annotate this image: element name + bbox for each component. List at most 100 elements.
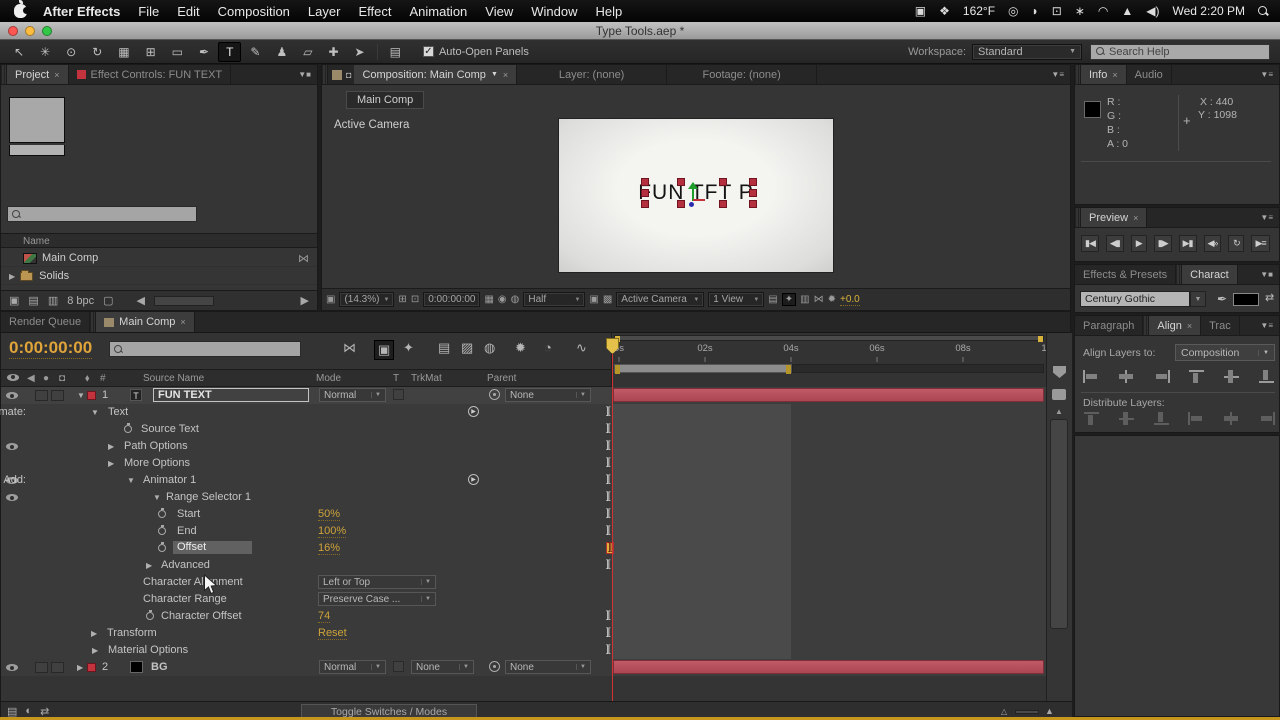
work-area-start-handle[interactable]: [615, 365, 620, 374]
live-update-icon[interactable]: ✦: [403, 340, 414, 356]
work-area-bar[interactable]: [614, 364, 792, 374]
layer-color-chip[interactable]: [87, 391, 96, 400]
property-label[interactable]: Character Alignment: [143, 576, 243, 588]
twirl-closed-icon[interactable]: ▶: [146, 561, 152, 570]
property-row-material-options[interactable]: ▶ Material Options][: [1, 642, 1046, 659]
navigator-end-handle[interactable]: [1038, 336, 1043, 342]
comp-mini-flowchart-icon[interactable]: ⋈: [343, 340, 356, 356]
keyframe-navigator-mark[interactable]: ][: [606, 406, 610, 417]
tab-render-queue[interactable]: Render Queue: [1, 312, 91, 332]
tab-layer[interactable]: Layer: (none): [517, 65, 668, 84]
auto-keyframe-icon[interactable]: ◔: [544, 340, 552, 355]
frame-blending-icon[interactable]: ▨: [461, 340, 473, 356]
timeline-button-icon[interactable]: ▥: [800, 294, 809, 305]
comp-flowchart-icon[interactable]: ⋈: [814, 294, 824, 305]
selection-handle[interactable]: [641, 178, 649, 186]
volume-icon[interactable]: ◀): [1146, 4, 1159, 18]
layer-name[interactable]: BG: [151, 661, 168, 673]
current-time-display[interactable]: 0:00:00:00: [9, 338, 93, 359]
twirl-closed-icon[interactable]: ▶: [9, 272, 15, 281]
distribute-bottom-button[interactable]: [1153, 412, 1170, 425]
keyframe-navigator-mark[interactable]: ][: [606, 644, 610, 655]
blend-mode-dropdown[interactable]: Normal ▼: [319, 388, 386, 402]
zoom-tool[interactable]: ⊙: [59, 43, 83, 61]
expand-transfer-controls-icon[interactable]: ◐: [25, 705, 32, 717]
property-row-animator-1[interactable]: ▼ Animator 1 Add: ▶][: [1, 472, 1046, 489]
label-column-icon[interactable]: ⬧: [85, 373, 90, 384]
last-frame-button[interactable]: ▶▮: [1178, 235, 1197, 252]
audio-toggle-box[interactable]: [35, 662, 48, 673]
close-icon[interactable]: ×: [1112, 70, 1117, 80]
align-right-button[interactable]: [1153, 370, 1170, 383]
transparency-grid-icon[interactable]: ▩: [603, 294, 612, 305]
property-label[interactable]: Start: [177, 508, 200, 520]
view-layout-dropdown[interactable]: 1 View ▼: [708, 292, 765, 307]
show-snapshot-icon[interactable]: ◉: [498, 294, 507, 305]
keyframe-navigator-mark[interactable]: ][: [606, 627, 610, 638]
t-switch-box[interactable]: [393, 661, 404, 672]
menu-composition[interactable]: Composition: [218, 4, 290, 19]
view-options-icon[interactable]: ▣: [326, 294, 335, 305]
property-value[interactable]: 16%: [318, 542, 341, 555]
next-frame-button[interactable]: ▮▶: [1153, 235, 1172, 252]
menu-file[interactable]: File: [138, 4, 159, 19]
keyframe-navigator-mark[interactable]: ][: [606, 457, 610, 468]
exposure-value[interactable]: +0.0: [839, 294, 860, 306]
comp-button-icon[interactable]: [1052, 389, 1066, 400]
previous-frame-button[interactable]: ◀▮: [1105, 235, 1124, 252]
t-column-header[interactable]: T: [393, 373, 399, 384]
layer-row-bg[interactable]: ▶ 2 BG Normal ▼ None ▼ None ▼: [1, 659, 1046, 676]
parent-pickwhip-icon[interactable]: [489, 661, 500, 672]
puppet-pin-tool[interactable]: ✚: [321, 43, 345, 61]
tab-align[interactable]: Align ×: [1149, 316, 1202, 335]
work-area-track[interactable]: [792, 364, 1044, 373]
t-switch-box[interactable]: [393, 389, 404, 400]
evernote-icon[interactable]: ◗: [1032, 4, 1039, 18]
tab-tracker[interactable]: Trac: [1201, 316, 1240, 335]
property-row-advanced[interactable]: ▶ Advanced][: [1, 557, 1046, 574]
magnification-dropdown[interactable]: (14.3%) ▼: [339, 292, 395, 307]
tab-info[interactable]: Info ×: [1081, 65, 1127, 84]
menu-window[interactable]: Window: [531, 4, 577, 19]
anchor-point-icon[interactable]: [689, 202, 694, 207]
panel-menu-icon[interactable]: ▼≡: [1254, 208, 1279, 227]
property-row-range-selector-1[interactable]: ▼ Range Selector 1][: [1, 489, 1046, 506]
selection-handle[interactable]: [677, 200, 685, 208]
ram-preview-button[interactable]: ▶≡: [1251, 235, 1270, 252]
active-camera-dropdown[interactable]: Active Camera ▼: [616, 292, 705, 307]
close-icon[interactable]: ×: [1133, 213, 1138, 223]
keyframe-navigator-mark[interactable]: ][: [606, 525, 610, 536]
project-name-column-header[interactable]: Name: [1, 233, 317, 248]
keyframe-navigator-mark[interactable]: ][: [606, 610, 610, 621]
blend-mode-dropdown[interactable]: Normal ▼: [319, 660, 386, 674]
keyframe-navigator-mark[interactable]: ][: [606, 508, 610, 519]
property-label[interactable]: Character Offset: [161, 610, 242, 622]
bit-depth-button[interactable]: 8 bpc: [67, 295, 94, 307]
type-tool[interactable]: T: [218, 41, 242, 62]
timeline-zoom-slider[interactable]: [1015, 710, 1039, 714]
zoom-in-mountain-icon[interactable]: ▲: [1045, 706, 1054, 716]
property-label[interactable]: Range Selector 1: [166, 491, 251, 503]
rotation-tool[interactable]: ↻: [85, 43, 109, 61]
resolution-dropdown[interactable]: Half ▼: [523, 292, 586, 307]
panel-menu-icon[interactable]: ▼■: [1254, 265, 1279, 284]
scroll-right-icon[interactable]: ▶: [301, 294, 309, 307]
trkmat-column-header[interactable]: TrkMat: [411, 373, 442, 384]
tab-audio[interactable]: Audio: [1127, 65, 1172, 84]
twirl-open-icon[interactable]: ▼: [153, 493, 161, 502]
eject-icon[interactable]: ▲: [1121, 4, 1133, 18]
horizontal-scrollbar[interactable]: [154, 295, 215, 306]
selection-handle[interactable]: [719, 178, 727, 186]
property-label[interactable]: Offset: [173, 541, 253, 554]
menu-layer[interactable]: Layer: [308, 4, 341, 19]
brainstorm-icon[interactable]: ✹: [515, 340, 526, 356]
trkmat-dropdown[interactable]: None ▼: [411, 660, 474, 674]
close-icon[interactable]: ×: [54, 70, 59, 80]
tab-footage[interactable]: Footage: (none): [667, 65, 818, 84]
comp-breadcrumb[interactable]: Main Comp: [346, 91, 425, 109]
fast-previews-icon[interactable]: ✦: [781, 293, 797, 306]
distribute-h-center-button[interactable]: [1223, 412, 1240, 425]
time-navigator-bar[interactable]: [614, 335, 1044, 342]
layer-duration-bar[interactable]: [613, 660, 1044, 674]
distribute-top-button[interactable]: [1083, 412, 1100, 425]
